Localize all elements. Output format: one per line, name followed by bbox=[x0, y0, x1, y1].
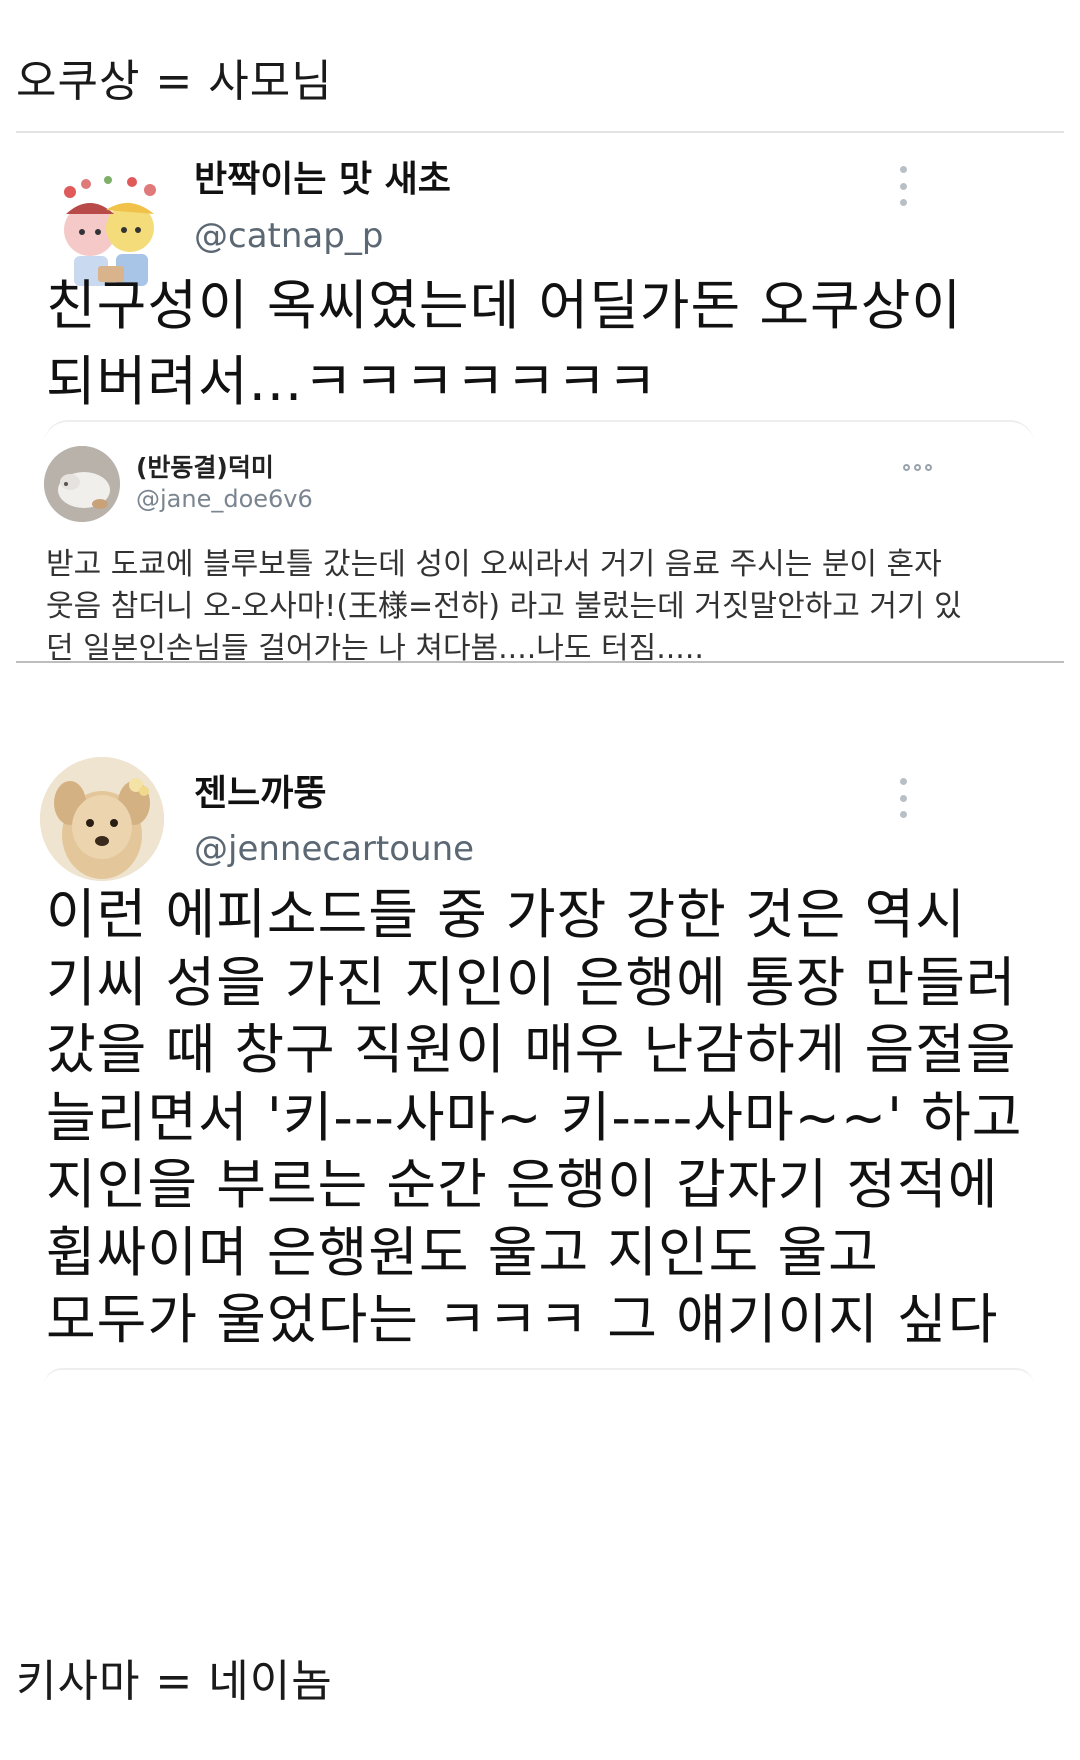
caption-top: 오쿠상 = 사모님 bbox=[16, 56, 333, 107]
quote-author-handle[interactable]: @jane_doe6v6 bbox=[136, 484, 313, 514]
quote-author-name[interactable]: (반동결)덕미 bbox=[136, 452, 274, 484]
avatar-photo-icon bbox=[44, 446, 120, 522]
avatar-jenne[interactable] bbox=[40, 757, 164, 881]
divider-top bbox=[16, 131, 1064, 133]
more-vertical-icon[interactable] bbox=[897, 166, 909, 206]
quote-card-border bbox=[44, 420, 1034, 452]
tweet-text: 이런 에피소드들 중 가장 강한 것은 역시 기씨 성을 가진 지인이 은행에 … bbox=[46, 883, 1023, 1351]
more-vertical-icon[interactable] bbox=[897, 778, 909, 818]
caption-bottom: 키사마 = 네이놈 bbox=[16, 1656, 333, 1707]
avatar-dog-icon bbox=[40, 757, 164, 881]
quote-text: 받고 도쿄에 블루보틀 갔는데 성이 오씨라서 거기 음료 주시는 분이 혼자 … bbox=[46, 547, 962, 666]
more-horizontal-icon[interactable] bbox=[903, 464, 932, 471]
tweet-author-name[interactable]: 젠느까뚱 bbox=[194, 772, 326, 816]
tweet-author-handle[interactable]: @catnap_p bbox=[194, 215, 383, 257]
tweet-author-handle[interactable]: @jennecartoune bbox=[194, 828, 474, 870]
tweet-author-name[interactable]: 반짝이는 맛 새초 bbox=[194, 158, 451, 202]
tweet-card-footer-border bbox=[44, 1368, 1034, 1386]
avatar-jane[interactable] bbox=[44, 446, 120, 522]
divider-middle bbox=[16, 661, 1064, 663]
tweet-text: 친구성이 옥씨였는데 어딜가돈 오쿠상이 되버려서...ㅋㅋㅋㅋㅋㅋㅋ bbox=[46, 274, 963, 413]
